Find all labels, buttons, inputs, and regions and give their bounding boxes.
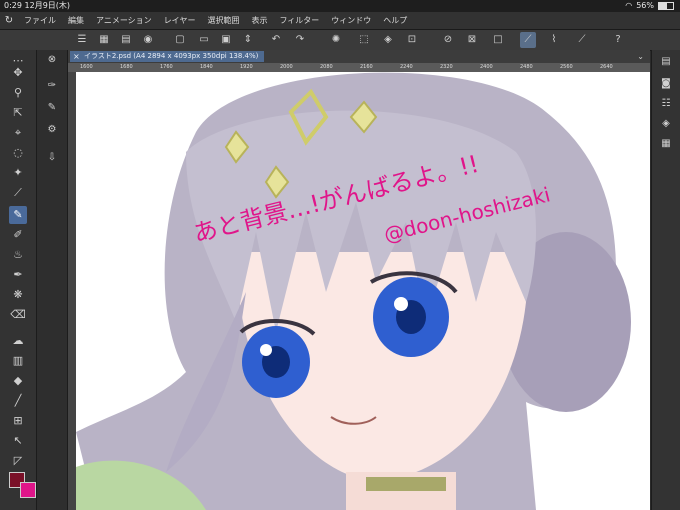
status-date: 12月9日(木) <box>24 1 71 10</box>
save-icon[interactable]: ▣ <box>218 32 234 48</box>
undo-icon[interactable]: ↶ <box>268 32 284 48</box>
move-tool-icon[interactable]: ✥ <box>9 64 27 82</box>
status-bar: 0:29 12月9日(木) ◠ 56% <box>0 0 680 12</box>
tool-palette: ⋯ ✥ ⚲ ⇱ ⌖ ◌ ✦ ⟋ ✎ ✐ ♨ ✒ ❋ ⌫ ☁ ▥ ◆ ╱ ⊞ ↖ … <box>0 50 37 510</box>
decoration-tool-icon[interactable]: ❋ <box>9 286 27 304</box>
ruler-tool-icon[interactable]: ◸ <box>9 452 27 470</box>
battery-level: 56% <box>636 1 654 10</box>
sub-color-swatch[interactable] <box>20 482 36 498</box>
ruler-label: 2240 <box>400 64 413 70</box>
choker <box>366 477 446 491</box>
operation-tool-icon[interactable]: ⇱ <box>9 104 27 122</box>
help-icon[interactable]: ? <box>610 32 626 48</box>
menu-selection[interactable]: 選択範囲 <box>201 12 245 29</box>
canvas-area: × イラスト2.psd (A4 2894 x 4093px 350dpi 138… <box>68 50 650 510</box>
ruler-label: 2160 <box>360 64 373 70</box>
ruler-label: 2320 <box>440 64 453 70</box>
close-icon[interactable]: × <box>73 51 80 62</box>
layers-icon[interactable]: ◈ <box>658 116 674 132</box>
brush-snap-icon[interactable]: ⌇ <box>546 32 562 48</box>
grid-icon[interactable]: ▦ <box>96 32 112 48</box>
ruler-label: 1600 <box>80 64 93 70</box>
left-eye-highlight <box>260 344 272 356</box>
crop-icon[interactable]: ⊠ <box>464 32 480 48</box>
ruler-label: 1680 <box>120 64 133 70</box>
new-file-icon[interactable]: ▢ <box>172 32 188 48</box>
gradient-tool-icon[interactable]: ▥ <box>9 352 27 370</box>
auto-select-icon[interactable]: ⌖ <box>9 124 27 142</box>
illustration: あと背景…!がんばるよ。!! @doon-hoshizaki <box>76 72 631 510</box>
ruler-label: 1840 <box>200 64 213 70</box>
wifi-icon: ◠ <box>625 1 633 10</box>
import-icon[interactable]: ⇩ <box>44 150 60 166</box>
brush-tool-icon[interactable]: ✒ <box>9 266 27 284</box>
transform-icon[interactable]: ⊡ <box>404 32 420 48</box>
artwork-canvas[interactable]: あと背景…!がんばるよ。!! @doon-hoshizaki <box>76 72 650 510</box>
document-tab[interactable]: × イラスト2.psd (A4 2894 x 4093px 350dpi 138… <box>70 51 265 62</box>
ruler-snap-icon[interactable]: ⟋ <box>520 32 536 48</box>
hamburger-icon[interactable]: ☰ <box>74 32 90 48</box>
battery-icon <box>658 2 674 10</box>
ruler-label: 2560 <box>560 64 573 70</box>
fill-icon[interactable]: ◈ <box>380 32 396 48</box>
ruler-label: 1920 <box>240 64 253 70</box>
eyedropper-icon[interactable]: ⟋ <box>9 184 27 202</box>
eye-icon[interactable]: ◉ <box>140 32 156 48</box>
command-bar: ☰ ▦ ▤ ◉ ▢ ▭ ▣ ⇕ ↶ ↷ ✺ ⬚ ◈ ⊡ ⊘ ⊠ □ ⟋ ⌇ ⟋ … <box>0 30 680 51</box>
frame-tool-icon[interactable]: ⊞ <box>9 412 27 430</box>
layers-toggle-icon[interactable]: ▤ <box>118 32 134 48</box>
special-ruler-icon[interactable]: ⟋ <box>574 32 590 48</box>
open-folder-icon[interactable]: ▭ <box>196 32 212 48</box>
spinner-icon[interactable]: ✺ <box>328 32 344 48</box>
right-eye-highlight <box>394 297 408 311</box>
ruler-label: 2640 <box>600 64 613 70</box>
menu-bar: ↻ ファイル 編集 アニメーション レイヤー 選択範囲 表示 フィルター ウィン… <box>0 12 680 30</box>
sub-tool-settings-icon[interactable]: ✎ <box>44 100 60 116</box>
zoom-tool-icon[interactable]: ⚲ <box>9 84 27 102</box>
menu-layer[interactable]: レイヤー <box>158 12 202 29</box>
menu-edit[interactable]: 編集 <box>62 12 90 29</box>
object-tool-icon[interactable]: ↖ <box>9 432 27 450</box>
clear-icon[interactable]: ⬚ <box>356 32 372 48</box>
sub-tool-property-icon[interactable]: ⚙ <box>44 122 60 138</box>
ruler-label: 2400 <box>480 64 493 70</box>
menu-file[interactable]: ファイル <box>18 12 62 29</box>
airbrush-icon[interactable]: ♨ <box>9 246 27 264</box>
menu-view[interactable]: 表示 <box>245 12 273 29</box>
sub-tool-palette: ⊗ ✑ ✎ ⚙ ⇩ <box>37 50 68 510</box>
eraser-tool-icon[interactable]: ⌫ <box>9 306 27 324</box>
menu-window[interactable]: ウィンドウ <box>325 12 377 29</box>
redo-icon[interactable]: ↷ <box>292 32 308 48</box>
ruler-label: 2000 <box>280 64 293 70</box>
magic-wand-icon[interactable]: ✦ <box>9 164 27 182</box>
sub-tool-pen-icon[interactable]: ✑ <box>44 78 60 94</box>
right-panel: ▤ ◙ ☷ ◈ ▦ <box>651 50 680 510</box>
square-icon[interactable]: □ <box>490 32 506 48</box>
navigator-icon[interactable]: ◙ <box>658 76 674 92</box>
fill-tool-icon[interactable]: ◆ <box>9 372 27 390</box>
document-tabbar: × イラスト2.psd (A4 2894 x 4093px 350dpi 138… <box>68 50 650 63</box>
app-icon[interactable]: ↻ <box>0 12 18 29</box>
horizontal-ruler: 1600 1680 1760 1840 1920 2000 2080 2160 … <box>68 63 650 72</box>
status-time: 0:29 <box>4 1 22 10</box>
pen-tool-icon[interactable]: ✎ <box>9 206 27 224</box>
line-tool-icon[interactable]: ╱ <box>9 392 27 410</box>
ruler-label: 2080 <box>320 64 333 70</box>
chevron-down-icon[interactable]: ⌄ <box>637 50 644 63</box>
ruler-label: 1760 <box>160 64 173 70</box>
close-panel-icon[interactable]: ⊗ <box>44 52 60 68</box>
menu-animation[interactable]: アニメーション <box>90 12 158 29</box>
properties-icon[interactable]: ☷ <box>658 96 674 112</box>
menu-help[interactable]: ヘルプ <box>377 12 413 29</box>
hide-selection-icon[interactable]: ⊘ <box>440 32 456 48</box>
ruler-label: 2480 <box>520 64 533 70</box>
stepper-icon[interactable]: ⇕ <box>240 32 256 48</box>
blend-tool-icon[interactable]: ☁ <box>9 332 27 350</box>
material-icon[interactable]: ▦ <box>658 136 674 152</box>
document-tab-title: イラスト2.psd (A4 2894 x 4093px 350dpi 138.4… <box>84 52 259 60</box>
pencil-tool-icon[interactable]: ✐ <box>9 226 27 244</box>
panel-menu-icon[interactable]: ▤ <box>658 54 674 70</box>
lasso-tool-icon[interactable]: ◌ <box>9 144 27 162</box>
menu-filter[interactable]: フィルター <box>273 12 325 29</box>
